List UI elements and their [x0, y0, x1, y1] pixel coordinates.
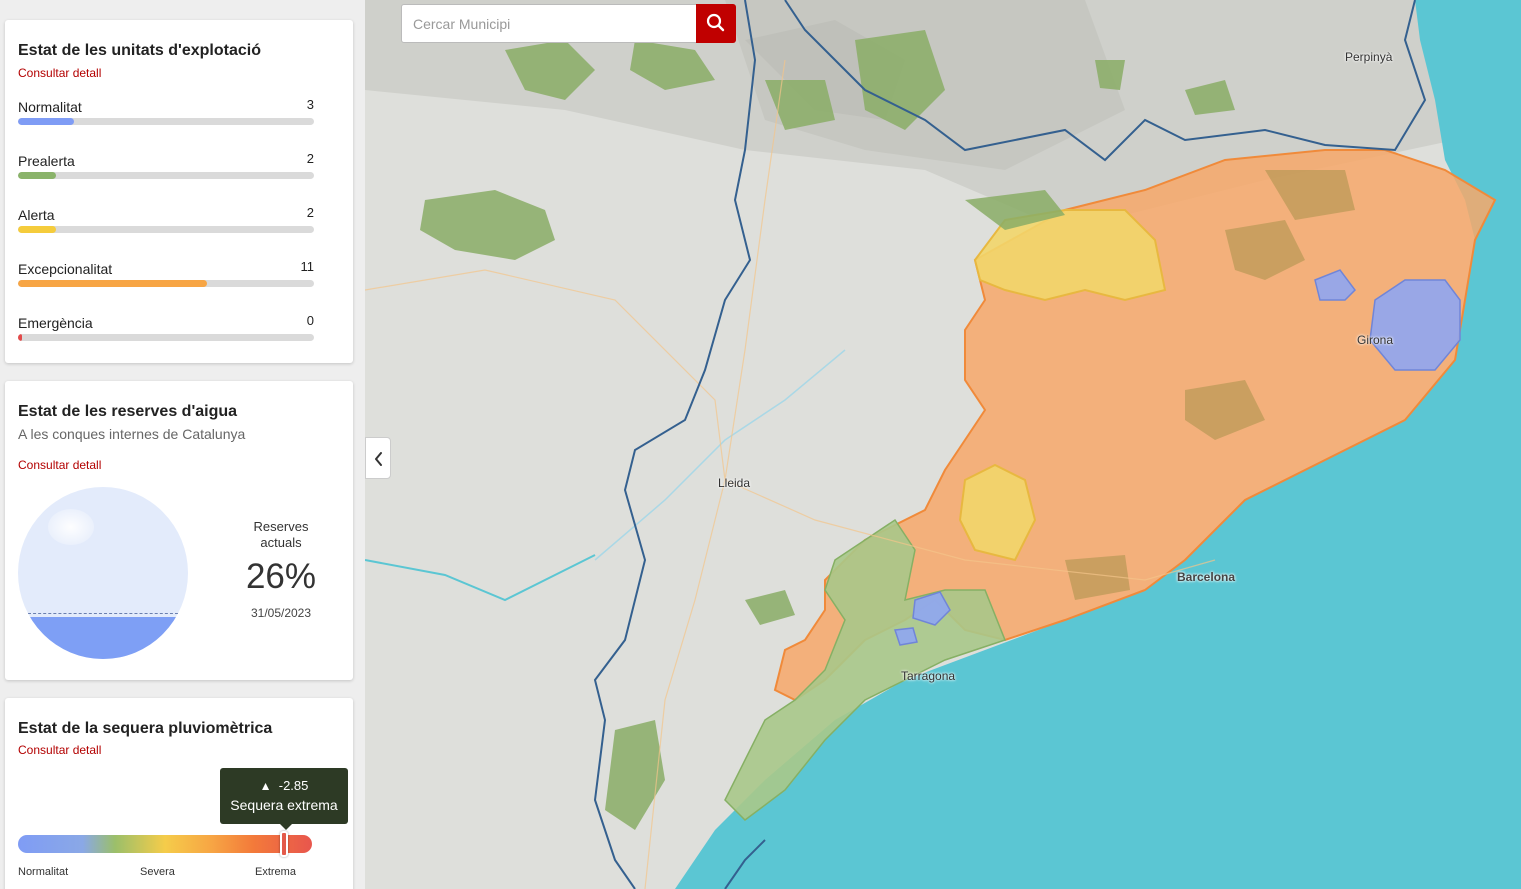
unit-row-emergencia: Emergència 0 — [18, 313, 314, 345]
search-icon — [706, 13, 725, 32]
drought-tooltip: ▲ -2.85 Sequera extrema — [220, 768, 348, 830]
unit-count: 3 — [306, 97, 314, 112]
city-label-girona: Girona — [1357, 333, 1394, 347]
reserves-water-level — [18, 616, 188, 659]
map-view[interactable]: Perpinyà Girona Lleida Barcelona Tarrago… — [365, 0, 1521, 889]
reserves-date: 31/05/2023 — [250, 606, 312, 620]
unit-label: Emergència — [18, 315, 93, 331]
unit-bar-track — [18, 334, 314, 341]
city-label-perpinya: Perpinyà — [1345, 50, 1393, 64]
unit-bar-fill — [18, 172, 57, 179]
drought-value: -2.85 — [278, 778, 309, 793]
unit-row-excepcionalitat: Excepcionalitat 11 — [18, 259, 315, 291]
reserves-detail-link[interactable]: Consultar detall — [18, 458, 101, 472]
unit-bar-fill — [18, 280, 208, 287]
units-title: Estat de les unitats d'explotació — [18, 42, 261, 59]
reserves-title: Estat de les reserves d'aigua — [18, 403, 238, 420]
chevron-left-icon — [375, 452, 382, 466]
unit-label: Excepcionalitat — [18, 261, 113, 277]
drought-title: Estat de la sequera pluviomètrica — [18, 720, 273, 737]
unit-bar-track — [18, 226, 314, 233]
reserves-card: Estat de les reserves d'aigua A les conq… — [5, 381, 353, 680]
collapse-sidebar-button[interactable] — [365, 437, 391, 479]
unit-bar-track — [18, 172, 314, 179]
unit-bar-track — [18, 280, 314, 287]
unit-row-normalitat: Normalitat 3 — [18, 97, 314, 129]
map-canvas[interactable] — [365, 0, 1521, 889]
unit-count: 11 — [300, 259, 315, 274]
reserves-subtitle: A les conques internes de Catalunya — [18, 426, 246, 442]
unit-row-prealerta: Prealerta 2 — [18, 151, 314, 183]
unit-count: 2 — [306, 205, 314, 220]
scale-label-normalitat: Normalitat — [18, 866, 69, 878]
units-detail-link[interactable]: Consultar detall — [18, 66, 101, 80]
city-label-barcelona: Barcelona — [1177, 570, 1236, 584]
reserves-value: 26% — [245, 557, 317, 596]
sidebar: Estat de les unitats d'explotació Consul… — [0, 0, 365, 889]
units-card: Estat de les unitats d'explotació Consul… — [5, 20, 353, 363]
unit-bar-fill — [18, 334, 23, 341]
scale-label-extrema: Extrema — [255, 866, 296, 878]
unit-bar-fill — [18, 226, 57, 233]
scale-label-severa: Severa — [140, 866, 175, 878]
reserves-gauge — [18, 487, 188, 659]
city-label-tarragona: Tarragona — [901, 669, 956, 683]
unit-bar-track — [18, 118, 314, 125]
drought-scale-bar — [18, 831, 312, 857]
search-input[interactable] — [402, 5, 696, 42]
triangle-up-icon: ▲ — [259, 779, 272, 793]
unit-count: 0 — [306, 313, 314, 328]
drought-scale-marker[interactable] — [280, 831, 289, 857]
unit-label: Alerta — [18, 207, 55, 223]
municipality-search — [401, 4, 736, 43]
drought-state: Sequera extrema — [230, 797, 338, 813]
reserves-label: Reserves actuals — [253, 519, 309, 550]
unit-label: Normalitat — [18, 99, 82, 115]
drought-card: Estat de la sequera pluviomètrica Consul… — [5, 698, 353, 889]
city-label-lleida: Lleida — [718, 476, 751, 490]
unit-bar-fill — [18, 118, 74, 125]
unit-row-alerta: Alerta 2 — [18, 205, 314, 237]
unit-count: 2 — [306, 151, 314, 166]
drought-detail-link[interactable]: Consultar detall — [18, 743, 101, 757]
search-button[interactable] — [696, 4, 736, 43]
unit-label: Prealerta — [18, 153, 75, 169]
